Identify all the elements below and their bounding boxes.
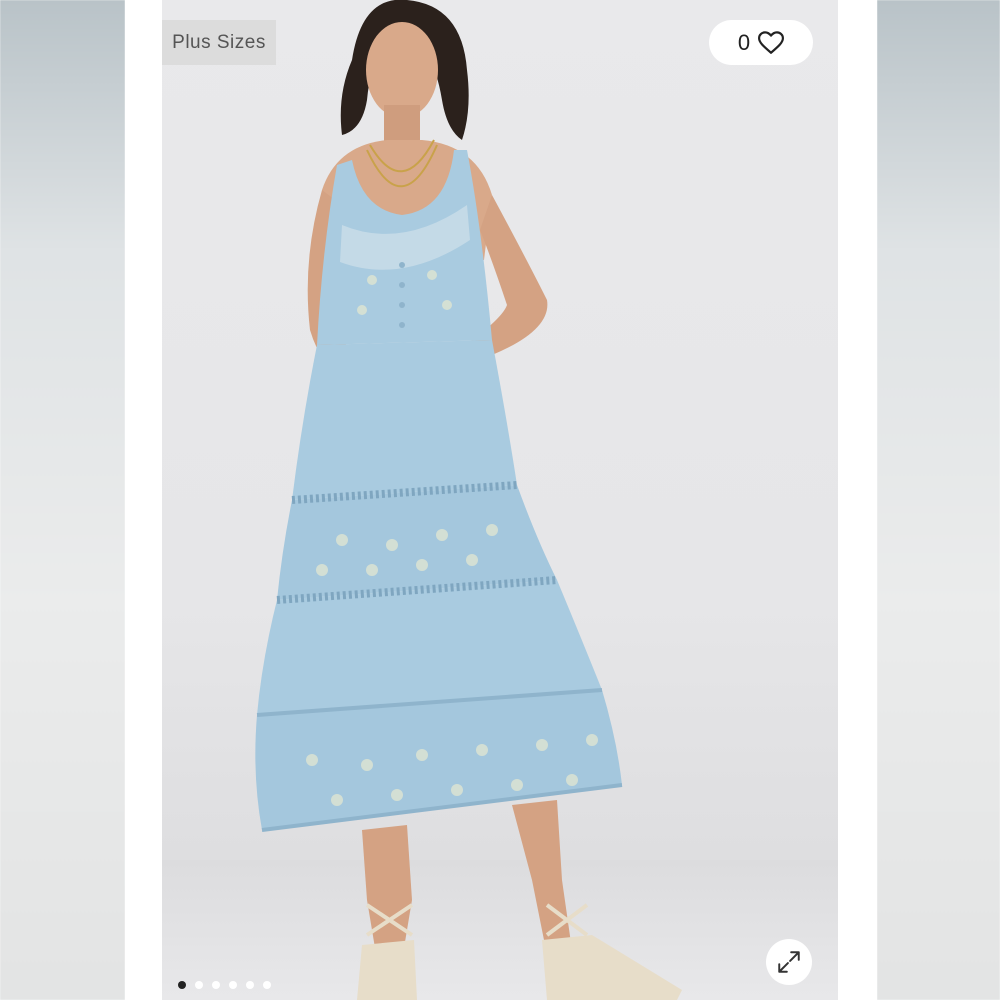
plus-sizes-badge[interactable]: Plus Sizes bbox=[162, 20, 276, 65]
carousel-dot[interactable] bbox=[178, 981, 186, 989]
frame-margin-left bbox=[125, 0, 162, 1000]
carousel-dot[interactable] bbox=[195, 981, 203, 989]
expand-arrows-icon bbox=[778, 951, 800, 973]
blurred-background-right bbox=[877, 0, 1000, 1000]
model-wearing-dress bbox=[255, 0, 682, 1000]
like-button[interactable]: 0 bbox=[709, 20, 813, 65]
carousel-dot[interactable] bbox=[229, 981, 237, 989]
carousel-indicator bbox=[178, 980, 271, 990]
carousel-dot[interactable] bbox=[246, 981, 254, 989]
carousel-dot[interactable] bbox=[263, 981, 271, 989]
blurred-background-left bbox=[0, 0, 125, 1000]
product-image[interactable] bbox=[162, 0, 838, 1000]
frame-margin-right bbox=[838, 0, 877, 1000]
like-count: 0 bbox=[737, 29, 751, 55]
carousel-dot[interactable] bbox=[212, 981, 220, 989]
expand-image-button[interactable] bbox=[766, 939, 812, 985]
heart-outline-icon bbox=[758, 30, 785, 54]
